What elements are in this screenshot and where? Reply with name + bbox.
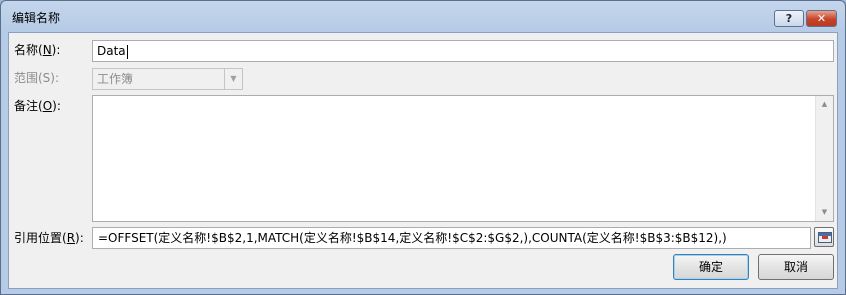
close-button[interactable]: ✕	[806, 10, 837, 27]
comment-label-prefix: 备注(	[14, 99, 43, 113]
comment-scrollbar[interactable]: ▲ ▼	[815, 96, 833, 221]
comment-textarea[interactable]: ▲ ▼	[92, 95, 834, 222]
scope-select[interactable]: 工作簿 ▼	[92, 68, 243, 90]
name-input-value: Data	[97, 44, 126, 58]
refers-to-label-key: R	[66, 231, 76, 245]
dialog-title: 编辑名称	[12, 11, 61, 25]
question-mark-icon: ?	[785, 12, 793, 25]
scroll-up-icon[interactable]: ▲	[816, 96, 833, 113]
name-label-prefix: 名称(	[14, 43, 43, 57]
name-label-key: N	[42, 43, 52, 57]
refers-to-label: 引用位置(R):	[14, 229, 84, 246]
chevron-down-icon[interactable]: ▼	[224, 69, 242, 89]
refers-to-input[interactable]: =OFFSET(定义名称!$B$2,1,MATCH(定义名称!$B$14,定义名…	[92, 227, 811, 249]
name-input[interactable]: Data	[92, 40, 834, 62]
refers-to-label-prefix: 引用位置(	[14, 231, 67, 245]
comment-label-key: O	[42, 99, 53, 113]
edit-name-dialog: 编辑名称 ? ✕ 名称(N): Data 范围(S): 工作簿 ▼ 备注(O):…	[0, 0, 846, 295]
text-caret	[126, 44, 128, 59]
refers-to-label-suffix: ):	[75, 231, 84, 245]
title-bar[interactable]: 编辑名称 ? ✕	[1, 1, 845, 31]
comment-label-suffix: ):	[52, 99, 61, 113]
help-button[interactable]: ?	[774, 10, 804, 27]
close-icon: ✕	[816, 12, 827, 25]
scope-label: 范围(S):	[14, 71, 60, 85]
name-label: 名称(N):	[14, 41, 60, 58]
scroll-down-icon[interactable]: ▼	[816, 204, 833, 221]
range-collapse-button[interactable]	[814, 227, 834, 247]
scope-value: 工作簿	[97, 72, 134, 86]
cancel-button[interactable]: 取消	[758, 254, 834, 280]
range-collapse-icon-marker	[822, 236, 828, 239]
dialog-body: 名称(N): Data 范围(S): 工作簿 ▼ 备注(O): ▲ ▼ 引用位置…	[8, 32, 838, 289]
ok-button[interactable]: 确定	[673, 254, 749, 280]
refers-to-value: =OFFSET(定义名称!$B$2,1,MATCH(定义名称!$B$14,定义名…	[98, 231, 727, 245]
name-label-suffix: ):	[51, 43, 61, 57]
comment-label: 备注(O):	[14, 97, 61, 114]
